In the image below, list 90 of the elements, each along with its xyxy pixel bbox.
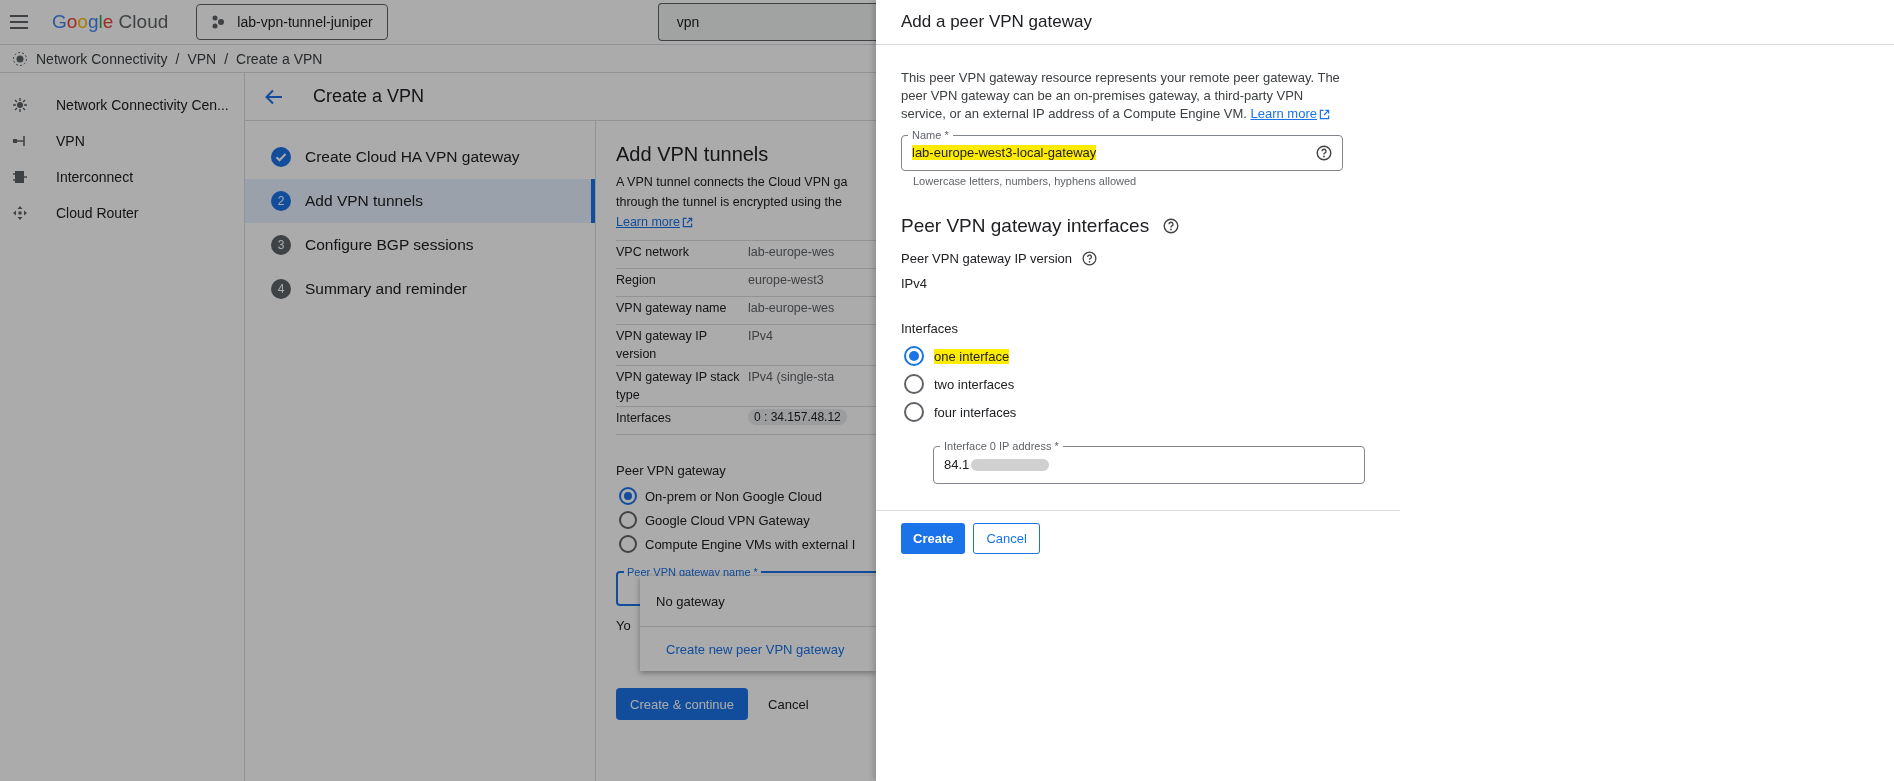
hub-icon <box>12 97 28 113</box>
stepper-step[interactable]: 4 Summary and reminder <box>245 267 595 311</box>
radio-button[interactable] <box>904 402 924 422</box>
radio-label: Compute Engine VMs with external I <box>645 536 856 552</box>
project-icon <box>211 15 226 29</box>
page-title: Create a VPN <box>313 86 425 107</box>
radio-label: one interface <box>934 348 1010 364</box>
radio-button[interactable] <box>904 346 924 366</box>
logo[interactable]: Google Cloud <box>52 11 169 33</box>
stepper-step[interactable]: 2 Add VPN tunnels <box>245 179 595 223</box>
description-line: A VPN tunnel connects the Cloud VPN ga <box>616 174 849 191</box>
hub-icon <box>12 50 28 67</box>
menu-icon[interactable] <box>10 15 28 29</box>
detail-label: VPC network <box>616 244 690 261</box>
helper-text: Yo <box>616 618 632 633</box>
radio-button[interactable] <box>619 511 637 529</box>
detail-label: Interfaces <box>616 410 672 427</box>
step-number: 4 <box>271 279 291 299</box>
section-heading: Peer VPN gateway interfaces <box>901 215 1150 237</box>
step-label: Summary and reminder <box>305 280 467 298</box>
detail-value: IPv4 (single-sta <box>748 369 835 386</box>
interface-chip: 0 : 34.157.48.12 <box>748 409 847 425</box>
cancel-button[interactable]: Cancel <box>760 688 817 720</box>
sidebar-item[interactable]: Cloud Router <box>0 195 244 231</box>
radio-button[interactable] <box>619 487 637 505</box>
field-label: Peer VPN gateway IP version <box>901 251 1072 266</box>
detail-label: VPN gateway IP stack type <box>616 369 741 404</box>
radio-label: four interfaces <box>934 404 1017 420</box>
sidebar-label: Network Connectivity Cen... <box>56 97 229 113</box>
back-arrow-icon[interactable] <box>265 88 283 105</box>
field-value: 84.1 <box>944 457 970 472</box>
stepper-step[interactable]: 3 Configure BGP sessions <box>245 223 595 267</box>
field-label: Interface 0 IP address * <box>943 440 1060 452</box>
step-number: 3 <box>271 235 291 255</box>
breadcrumb: Create a VPN <box>236 50 323 67</box>
sidebar-label: VPN <box>56 133 85 149</box>
field-value: lab-europe-west3-local-gateway <box>912 145 1097 160</box>
continue-button[interactable]: Create & continue <box>616 688 749 720</box>
radio-label: Google Cloud VPN Gateway <box>645 512 810 528</box>
sidebar-item[interactable]: Interconnect <box>0 159 244 195</box>
breadcrumb-separator: / <box>175 50 180 67</box>
create-button[interactable]: Create <box>901 523 966 554</box>
field-label: Name * <box>911 129 950 141</box>
learn-more-link[interactable]: Learn more <box>616 215 693 229</box>
help-icon[interactable] <box>1082 251 1097 266</box>
sidebar-item[interactable]: VPN <box>0 123 244 159</box>
step-label: Add VPN tunnels <box>305 192 424 210</box>
field-hint: Lowercase letters, numbers, hyphens allowed <box>913 175 1138 187</box>
breadcrumb[interactable]: VPN <box>187 50 217 67</box>
ip-address-field[interactable]: Interface 0 IP address * 84.1 <box>933 440 1365 484</box>
detail-value: lab-europe-wes <box>748 244 835 261</box>
panel-description: This peer VPN gateway resource represents your remote peer gateway. The peer VPN gateway can be an on-premises gateway, a third-party VPN service, or an external IP address of a Compute Engine VM. Learn more <box>901 69 1341 123</box>
step-label: Create Cloud HA VPN gateway <box>305 148 520 166</box>
sidebar-label: Cloud Router <box>56 205 139 221</box>
router-icon <box>12 205 28 221</box>
panel-title: Add a peer VPN gateway <box>876 0 1894 45</box>
name-field[interactable]: Name * lab-europe-west3-local-gateway <box>901 129 1343 171</box>
help-icon[interactable] <box>1316 144 1332 161</box>
step-number: 2 <box>271 191 291 211</box>
detail-value: lab-europe-wes <box>748 300 835 317</box>
vpn-icon <box>12 133 28 149</box>
interconnect-icon <box>12 169 28 185</box>
description-line: through the tunnel is encrypted using the <box>616 194 843 211</box>
detail-label: VPN gateway name <box>616 300 728 317</box>
sidebar-item[interactable]: Network Connectivity Cen... <box>0 87 244 123</box>
group-label: Interfaces <box>901 321 960 336</box>
external-link-icon <box>1319 108 1330 120</box>
detail-label: VPN gateway IP version <box>616 328 708 363</box>
stepper-step[interactable]: Create Cloud HA VPN gateway <box>245 135 595 179</box>
help-icon[interactable] <box>1163 218 1180 234</box>
step-label: Configure BGP sessions <box>305 236 474 254</box>
breadcrumb-separator: / <box>224 50 229 67</box>
breadcrumb[interactable]: Network Connectivity <box>36 50 168 67</box>
detail-value: europe-west3 <box>748 272 824 289</box>
search-field[interactable]: vpn <box>657 3 876 41</box>
menu-item[interactable]: Create new peer VPN gateway <box>640 627 876 671</box>
radio-button[interactable] <box>619 535 637 553</box>
detail-value: IPv4 <box>748 328 773 345</box>
radio-button[interactable] <box>904 374 924 394</box>
group-label: Peer VPN gateway <box>616 463 727 478</box>
ip-version-value: IPv4 <box>901 276 928 291</box>
radio-label: two interfaces <box>934 376 1015 392</box>
project-selector[interactable]: lab-vpn-tunnel-juniper <box>196 4 388 40</box>
external-link-icon <box>681 216 693 228</box>
radio-label: On-prem or Non Google Cloud <box>645 488 823 504</box>
cancel-button[interactable]: Cancel <box>973 523 1040 554</box>
learn-more-link[interactable]: Learn more <box>1250 105 1330 123</box>
detail-label: Region <box>616 272 657 289</box>
section-title: Add VPN tunnels <box>616 143 770 166</box>
sidebar-label: Interconnect <box>56 169 134 185</box>
